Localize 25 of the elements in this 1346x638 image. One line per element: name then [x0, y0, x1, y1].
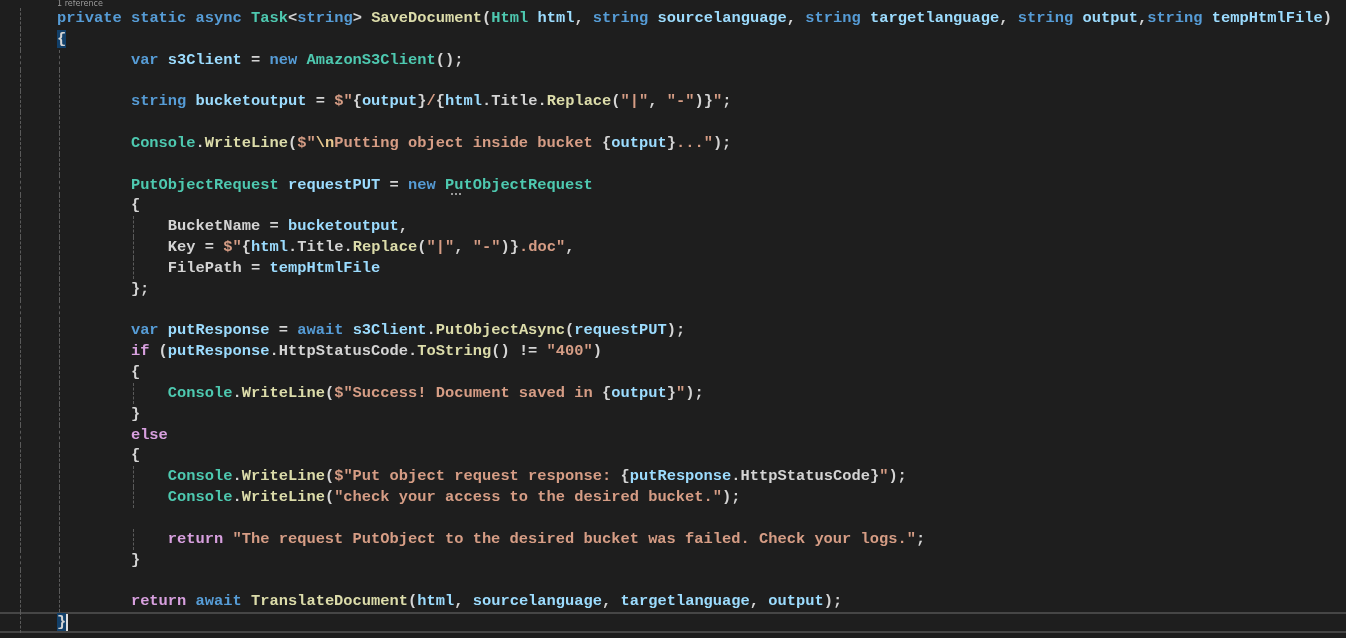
code-line: { [129, 196, 141, 215]
code-line: Console.WriteLine($"\nPutting object inside bucket {output}..."); [129, 133, 732, 152]
code-line: Console.WriteLine($"Success! Document saved in {output}"); [166, 383, 704, 402]
code-line: Console.WriteLine("check your access to the desired bucket."); [166, 488, 741, 507]
code-line: return await TranslateDocument(html, sourcelanguage, targetlanguage, output); [129, 592, 843, 611]
reference-count-link[interactable]: 1 reference [57, 0, 103, 8]
code-line: FilePath = tempHtmlFile [166, 258, 381, 277]
code-line: else [129, 425, 168, 444]
code-line: var putResponse = await s3Client.PutObjectAsync(requestPUT); [129, 321, 686, 340]
code-line: { [129, 363, 141, 382]
code-line: string bucketoutput = $"{output}/{html.Title.Replace("|", "-")}"; [129, 92, 732, 111]
code-line: BucketName = bucketoutput, [166, 217, 408, 236]
code-line: var s3Client = new AmazonS3Client(); [129, 50, 464, 69]
code-line: } [129, 550, 141, 569]
code-line: Console.WriteLine($"Put object request response: {putResponse.HttpStatusCode}"); [166, 467, 907, 486]
code-line: } [129, 404, 141, 423]
text-cursor [66, 614, 69, 631]
code-line: private static async Task<string> SaveDocument(Html html, string sourcelanguage, string targetlanguage, string output,string tempHtmlFile) [57, 9, 1332, 27]
code-line: return "The request PutObject to the desired bucket was failed. Check your logs."; [166, 529, 926, 548]
code-line: { [129, 446, 141, 465]
suggestion-dots-icon[interactable] [450, 193, 461, 196]
code-line: Key = $"{html.Title.Replace("|", "-")}.doc", [166, 238, 575, 257]
code-line: }; [129, 279, 150, 298]
code-line: if (putResponse.HttpStatusCode.ToString() != "400") [129, 342, 603, 361]
code-line: PutObjectRequest requestPUT = new PutObjectRequest [129, 175, 593, 194]
